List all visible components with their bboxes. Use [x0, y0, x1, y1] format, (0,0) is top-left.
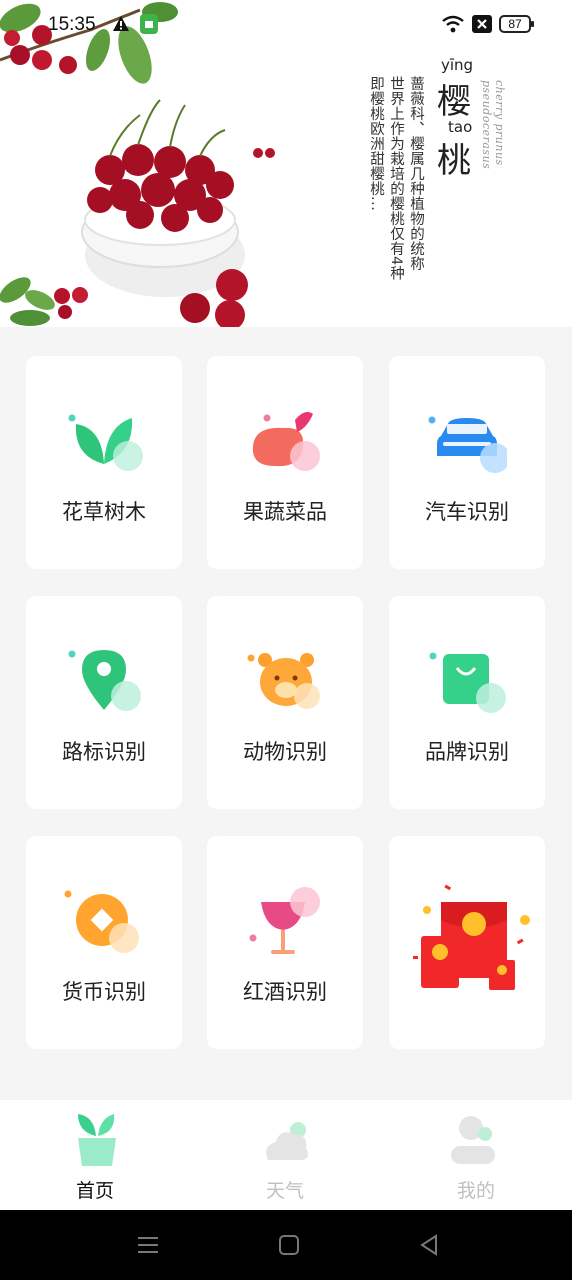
bear-icon	[247, 653, 320, 709]
title-char-ying: 樱	[437, 82, 471, 122]
category-card-vegetables[interactable]: 果蔬菜品	[207, 356, 363, 569]
category-label: 动物识别	[243, 740, 327, 764]
category-card-plants[interactable]: 花草树木	[26, 356, 182, 569]
shopping-bag-icon	[429, 652, 506, 713]
category-card-brands[interactable]: 品牌识别	[389, 596, 545, 809]
menu-icon[interactable]	[137, 1234, 159, 1256]
category-label: 花草树木	[62, 500, 146, 524]
nav-label-home: 首页	[75, 1180, 114, 1202]
eggplant-icon	[252, 412, 320, 471]
cloud-icon	[266, 1122, 308, 1160]
system-navigation-bar	[0, 1210, 572, 1280]
coin-icon	[64, 890, 139, 953]
category-card-animals[interactable]: 动物识别	[207, 596, 363, 809]
red-envelope-card[interactable]	[389, 836, 545, 1049]
nav-label-profile: 我的	[456, 1180, 495, 1202]
wine-glass-icon	[249, 887, 320, 954]
description-col-2: 世界上作为栽培的樱桃仅有4种	[388, 76, 404, 281]
home-plant-icon	[78, 1114, 116, 1166]
category-card-wine[interactable]: 红酒识别	[207, 836, 363, 1049]
category-card-cars[interactable]: 汽车识别	[389, 356, 545, 569]
leaf-icon	[68, 414, 143, 471]
battery-indicator: 87	[499, 15, 534, 33]
sim-no-signal-icon	[472, 15, 492, 33]
category-label: 品牌识别	[425, 740, 509, 764]
pinyin-ying: yīng	[441, 56, 474, 74]
category-label: 红酒识别	[243, 980, 327, 1004]
back-icon[interactable]	[418, 1234, 440, 1256]
red-envelope-icon	[413, 884, 530, 990]
home-button-icon[interactable]	[278, 1234, 300, 1256]
category-label: 路标识别	[62, 740, 146, 764]
title-char-tao: 桃	[437, 141, 471, 181]
cherry-banner[interactable]: 15:35 87 yīng 樱 tao 桃 cherry prunus pseu…	[0, 0, 572, 327]
bottom-navigation: 首页 天气 我的	[0, 1100, 572, 1210]
battery-level: 87	[508, 17, 522, 31]
nav-label-weather: 天气	[265, 1180, 304, 1202]
latin-name: cherry prunus pseudocerasus	[480, 80, 506, 170]
wifi-icon	[442, 15, 464, 33]
app-notification-icon	[140, 14, 158, 34]
category-card-road-signs[interactable]: 路标识别	[26, 596, 182, 809]
category-label: 果蔬菜品	[243, 500, 327, 524]
description-col-3: 即樱桃欧洲甜樱桃...	[368, 76, 384, 212]
location-pin-icon	[68, 650, 141, 711]
user-icon	[451, 1116, 495, 1164]
status-time: 15:35	[48, 14, 96, 35]
category-label: 货币识别	[62, 980, 146, 1004]
description-col-1: 蔷薇科、樱属几种植物的统称	[408, 76, 424, 271]
status-bar: 15:35 87	[0, 0, 572, 50]
warning-icon	[113, 16, 129, 31]
nav-item-home[interactable]: 首页	[0, 1100, 190, 1210]
car-icon	[428, 416, 507, 473]
category-label: 汽车识别	[425, 500, 509, 524]
nav-item-weather[interactable]: 天气	[190, 1100, 380, 1210]
category-card-currency[interactable]: 货币识别	[26, 836, 182, 1049]
nav-item-profile[interactable]: 我的	[381, 1100, 571, 1210]
